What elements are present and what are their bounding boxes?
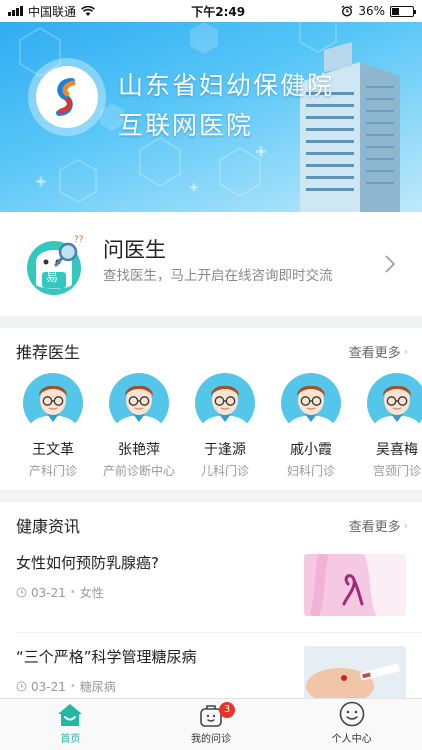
logo-mark	[56, 78, 76, 116]
doctor-department: 产科门诊	[28, 464, 77, 478]
article-tag: 糖尿病	[79, 680, 116, 694]
glucose-test-image	[304, 646, 406, 702]
clock-icon	[16, 587, 27, 598]
doctor-card[interactable]: 戚小霞 妇科门诊	[268, 372, 354, 479]
status-right: 36%	[341, 4, 416, 18]
wifi-icon	[81, 5, 95, 16]
separator-dot: •	[69, 681, 76, 692]
recommended-header: 推荐医生 查看更多 ›	[16, 340, 408, 362]
doctor-avatar	[367, 373, 422, 434]
article-date: 03-21	[31, 679, 66, 694]
ask-doctor-icon: ??	[27, 235, 84, 295]
clock: 下午2:49	[191, 4, 246, 19]
article-title: “三个严格”科学管理糖尿病	[16, 648, 197, 666]
tab-profile-label: 个人中心	[331, 734, 372, 745]
hospital-logo-icon	[28, 58, 106, 136]
chevron-right-icon	[385, 255, 396, 273]
doctor-card[interactable]: 吴喜梅 宫颈门诊	[354, 372, 422, 479]
recommended-heading: 推荐医生	[16, 343, 81, 362]
status-left: 中国联通	[8, 3, 95, 20]
tab-my-consultations[interactable]: 3 我的问诊	[141, 699, 282, 750]
news-header: 健康资讯 查看更多 ›	[16, 514, 408, 536]
battery-fill	[391, 7, 400, 15]
pink-ribbon-image	[304, 554, 406, 616]
divider	[16, 632, 422, 633]
status-bar: 中国联通 下午2:49 36%	[0, 0, 422, 22]
doctor-avatar	[195, 373, 255, 434]
doctor-name: 吴喜梅	[376, 442, 418, 458]
doctor-avatar	[281, 373, 341, 434]
hospital-banner[interactable]: 山东省妇幼保健院 互联网医院	[0, 0, 422, 212]
alarm-icon	[341, 5, 353, 17]
news-more-label: 查看更多	[348, 519, 401, 535]
recommended-more-link[interactable]: 查看更多 ›	[349, 342, 408, 361]
article-meta: 03-21 • 女性	[16, 584, 104, 601]
article-thumbnail	[304, 554, 406, 616]
tab-profile[interactable]: 个人中心	[281, 699, 422, 750]
carrier-label: 中国联通	[28, 4, 77, 19]
doctor-name: 王文革	[32, 442, 74, 458]
article-tag: 女性	[79, 586, 104, 600]
doctor-card[interactable]: 张艳萍 产前诊断中心	[96, 372, 182, 479]
battery-percent: 36%	[358, 4, 385, 18]
hospital-subtitle: 互联网医院	[118, 111, 254, 140]
recommended-doctors-section: 推荐医生 查看更多 › 王文革 产科门诊 张艳萍 产前诊断中心 于逢源 儿科门诊 戚小霞 妇科…	[0, 328, 422, 490]
ask-doctor-description: 查找医生，马上开启在线咨询即时交流	[103, 268, 333, 284]
doctor-avatar	[23, 373, 83, 434]
tab-home-label: 首页	[60, 734, 81, 745]
doctor-name: 于逢源	[204, 442, 246, 458]
doctor-department: 妇科门诊	[286, 464, 335, 478]
doctor-department: 儿科门诊	[200, 464, 249, 478]
hospital-name: 山东省妇幼保健院	[118, 71, 335, 100]
news-article[interactable]: “三个严格”科学管理糖尿病 03-21 • 糖尿病	[0, 638, 422, 702]
doctor-list: 王文革 产科门诊 张艳萍 产前诊断中心 于逢源 儿科门诊 戚小霞 妇科门诊 吴喜梅 宫颈门诊	[0, 372, 422, 482]
doctor-name: 戚小霞	[290, 442, 332, 458]
chevron-right-icon: ›	[403, 344, 408, 358]
article-meta: 03-21 • 糖尿病	[16, 678, 116, 695]
svg-text:??: ??	[74, 235, 84, 245]
smile-face-icon	[339, 701, 364, 727]
article-title: 女性如何预防乳腺癌?	[16, 554, 159, 572]
health-news-section: 健康资讯 查看更多 › 女性如何预防乳腺癌? 03-21 • 女性 “三个严格”…	[0, 502, 422, 702]
tab-home[interactable]: 首页	[0, 699, 141, 750]
ask-doctor-badge-char: 易	[46, 270, 59, 284]
app-screen: 中国联通 下午2:49 36% 山东省妇幼保健院 互联网医院 ?? 易 问医生 …	[0, 0, 422, 750]
clock-icon	[16, 681, 27, 692]
article-thumbnail	[304, 646, 406, 702]
tab-bar: 首页 3 我的问诊 个人中心	[0, 698, 422, 750]
doctor-department: 产前诊断中心	[102, 464, 175, 478]
doctor-card[interactable]: 于逢源 儿科门诊	[182, 372, 268, 479]
news-article[interactable]: 女性如何预防乳腺癌? 03-21 • 女性	[0, 546, 422, 628]
news-heading: 健康资讯	[16, 517, 81, 536]
news-more-link[interactable]: 查看更多 ›	[349, 516, 408, 535]
doctor-department: 宫颈门诊	[372, 464, 421, 478]
recommended-more-label: 查看更多	[348, 345, 401, 361]
doctor-name: 张艳萍	[118, 442, 160, 458]
tab-my-consultations-label: 我的问诊	[191, 734, 231, 745]
unread-badge: 3	[219, 702, 235, 718]
battery-icon	[389, 5, 416, 17]
article-date: 03-21	[31, 585, 66, 600]
ask-doctor-card[interactable]: ?? 易 问医生 查找医生，马上开启在线咨询即时交流	[0, 212, 422, 316]
doctor-card[interactable]: 王文革 产科门诊	[10, 372, 96, 479]
ask-doctor-title: 问医生	[103, 238, 166, 262]
doctor-avatar	[109, 373, 169, 434]
chevron-right-icon: ›	[403, 518, 408, 532]
signal-icon	[8, 6, 23, 16]
separator-dot: •	[69, 587, 76, 598]
home-icon	[58, 704, 83, 726]
